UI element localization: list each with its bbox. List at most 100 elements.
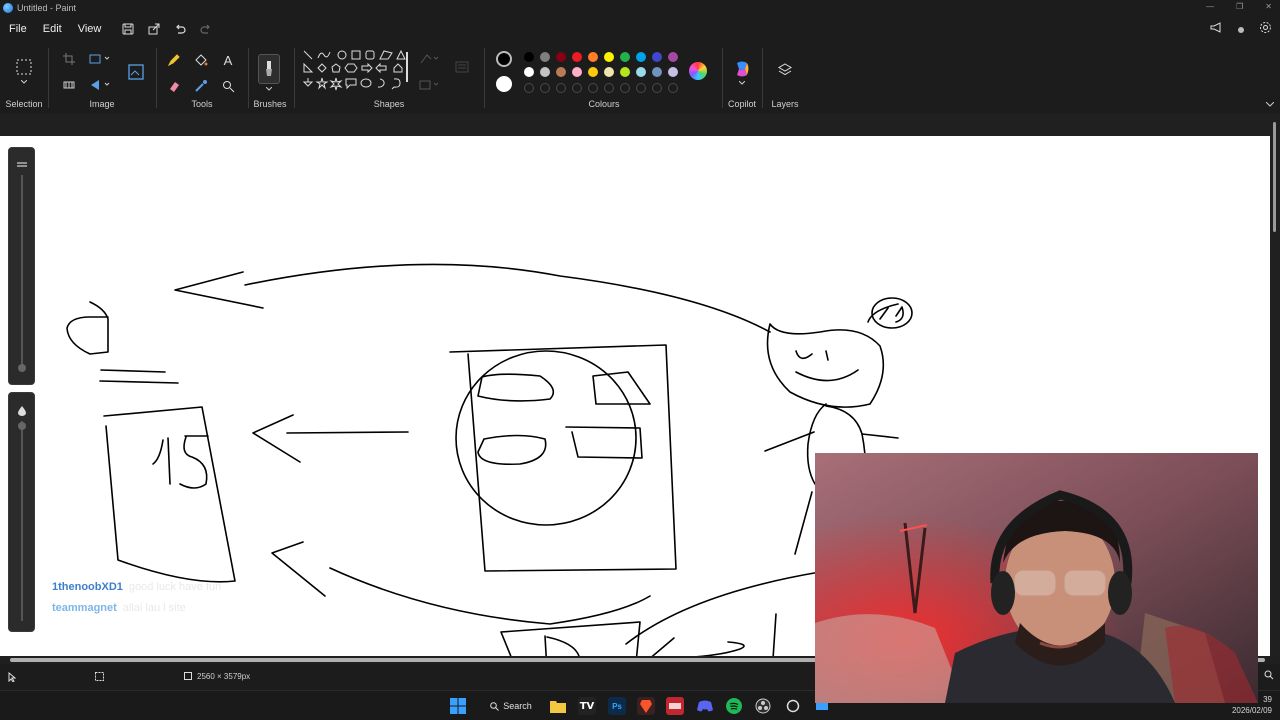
custom-color-slot[interactable] [620,83,630,93]
brush-size-slider[interactable] [8,147,35,385]
color-swatch[interactable] [652,52,662,62]
colours-group: Colours [488,42,720,114]
crop-icon[interactable] [62,52,76,66]
color-swatch[interactable] [588,67,598,77]
custom-color-slot[interactable] [668,83,678,93]
shape-style-icon[interactable] [454,60,470,74]
undo-icon[interactable] [173,22,187,36]
color-swatch[interactable] [604,52,614,62]
secondary-color-swatch[interactable] [496,76,512,92]
color-swatch[interactable] [668,67,678,77]
color-swatch[interactable] [540,52,550,62]
color-swatch[interactable] [604,67,614,77]
settings-gear-icon[interactable] [1259,21,1272,39]
announcement-icon[interactable] [1210,21,1223,39]
chatgpt-icon[interactable] [784,697,802,715]
zoom-icon[interactable] [1264,670,1274,682]
custom-color-slot[interactable] [572,83,582,93]
fill-bucket-icon[interactable] [193,52,209,68]
image-label: Image [89,99,115,109]
color-swatch[interactable] [636,52,646,62]
minimize-button[interactable]: — [1206,0,1214,14]
colours-label: Colours [588,99,620,109]
layers-icon[interactable] [777,62,793,78]
color-swatch[interactable] [652,67,662,77]
share-icon[interactable] [147,22,161,36]
close-button[interactable]: ✕ [1265,0,1272,14]
vertical-scrollbar[interactable] [1270,114,1278,656]
image-creator-icon[interactable] [126,62,146,82]
app-icon[interactable] [666,697,684,715]
chat-username: 1thenoobXD1 [52,581,123,593]
menu-view[interactable]: View [70,23,110,35]
color-swatch[interactable] [572,67,582,77]
color-picker-icon[interactable] [193,78,209,94]
chat-message: 1thenoobXD1 good luck have fun [52,577,221,598]
collapse-ribbon-chevron-icon[interactable] [1264,100,1276,108]
rotate-icon[interactable] [62,78,76,92]
color-swatch[interactable] [540,67,550,77]
tradingview-icon[interactable]: TV [578,697,596,715]
magnifier-icon[interactable] [220,78,236,94]
chevron-down-icon[interactable] [20,78,28,86]
custom-color-slot[interactable] [636,83,646,93]
color-swatch[interactable] [620,52,630,62]
brushes-group: Brushes [252,42,288,114]
color-swatch[interactable] [588,52,598,62]
menu-edit[interactable]: Edit [35,23,70,35]
custom-color-slot[interactable] [556,83,566,93]
resize-icon[interactable] [88,52,112,66]
chevron-down-icon[interactable] [738,80,746,86]
color-swatch[interactable] [524,52,534,62]
start-windows-icon[interactable] [449,697,467,715]
canvas-size-icon [184,672,192,682]
color-swatch[interactable] [556,52,566,62]
shapes-scroll-bar[interactable] [406,52,408,82]
obs-icon[interactable] [754,697,772,715]
color-swatch[interactable] [636,67,646,77]
fill-icon[interactable] [418,78,440,92]
tools-group: A Tools [160,42,244,114]
photoshop-icon[interactable]: Ps [608,697,626,715]
selection-size-icon [95,672,104,683]
shapes-label: Shapes [373,99,405,109]
save-icon[interactable] [121,22,135,36]
color-swatch[interactable] [524,67,534,77]
text-tool-icon[interactable]: A [220,52,236,68]
brush-icon[interactable] [258,54,280,84]
flip-icon[interactable] [88,78,112,92]
color-swatch[interactable] [556,67,566,77]
color-swatch[interactable] [668,52,678,62]
webcam-overlay [815,453,1258,703]
outline-icon[interactable] [418,52,440,66]
window-title: Untitled - Paint [17,3,77,13]
primary-color-swatch[interactable] [496,51,512,67]
stream-chat-overlay: 1thenoobXD1 good luck have fun teammagnet… [52,577,221,619]
shapes-group: Shapes [298,42,480,114]
brave-browser-icon[interactable] [637,697,655,715]
menu-file[interactable]: File [0,23,35,35]
opacity-slider[interactable] [8,392,35,632]
pencil-icon[interactable] [166,52,182,68]
color-swatch[interactable] [572,52,582,62]
custom-color-slot[interactable] [604,83,614,93]
chevron-down-icon[interactable] [265,86,273,92]
color-swatch[interactable] [620,67,630,77]
edit-colors-icon[interactable] [689,62,707,80]
custom-color-slot[interactable] [652,83,662,93]
selection-tool-icon[interactable] [15,58,33,76]
discord-icon[interactable] [696,697,714,715]
file-explorer-icon[interactable] [549,697,567,715]
maximize-button[interactable]: ❐ [1236,0,1243,14]
custom-color-slot[interactable] [524,83,534,93]
eraser-icon[interactable] [166,78,182,94]
taskbar-search[interactable]: Search [482,696,540,716]
redo-icon[interactable] [199,22,213,36]
account-icon[interactable] [1237,21,1245,39]
custom-color-slot[interactable] [540,83,550,93]
spotify-icon[interactable] [725,697,743,715]
custom-color-slot[interactable] [588,83,598,93]
brushes-label: Brushes [253,99,287,109]
copilot-icon[interactable] [732,59,752,79]
shapes-gallery[interactable] [302,48,410,94]
